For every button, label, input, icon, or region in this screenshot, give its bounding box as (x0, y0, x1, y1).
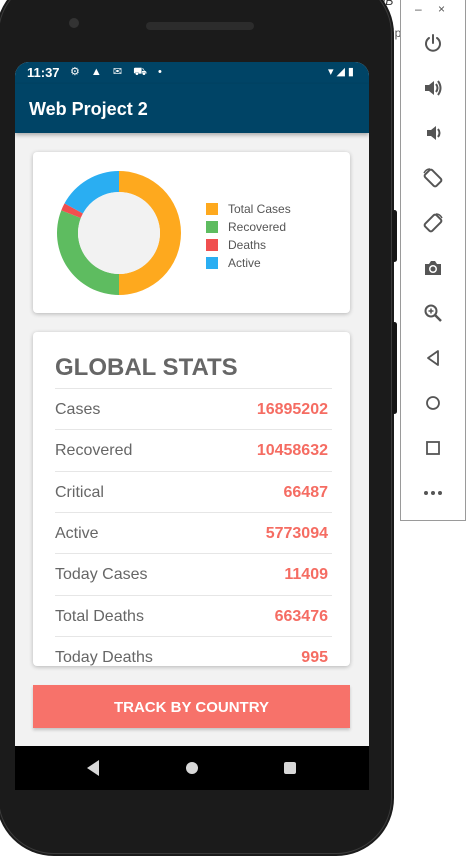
chart-legend: Total Cases Recovered Deaths Active (206, 200, 291, 272)
legend-item: Active (206, 254, 291, 272)
more-icon[interactable] (417, 477, 449, 509)
front-camera (69, 18, 79, 28)
stat-row: Critical 66487 (55, 470, 332, 513)
stat-label: Active (55, 524, 99, 542)
app-bar: Web Project 2 (15, 84, 369, 133)
legend-label: Total Cases (228, 202, 291, 216)
status-signal-battery-icons: ▾◢▮ (327, 66, 357, 78)
rotate-right-icon[interactable] (417, 207, 449, 239)
back-icon[interactable] (417, 342, 449, 374)
chart-card: Total Cases Recovered Deaths Active (33, 152, 350, 313)
nav-recents-icon[interactable] (284, 762, 296, 774)
device-screen: 11:37 ⚙ ▲ ✉ ⛟ • ▾◢▮ Web Project 2 Total … (15, 62, 369, 746)
legend-label: Recovered (228, 220, 287, 234)
stat-value: 5773094 (265, 524, 328, 542)
legend-label: Deaths (228, 238, 267, 252)
nav-home-icon[interactable] (186, 762, 198, 774)
legend-swatch (206, 221, 218, 233)
phone-power-button[interactable] (392, 210, 397, 262)
stat-value: 663476 (274, 607, 328, 625)
stat-label: Today Deaths (55, 648, 153, 666)
donut-hole (78, 192, 160, 274)
earpiece-speaker (146, 22, 254, 30)
stat-value: 11409 (284, 566, 328, 584)
stat-value: 16895202 (256, 401, 328, 418)
stat-label: Total Deaths (55, 607, 144, 625)
overview-icon[interactable] (417, 432, 449, 464)
status-time: 11:37 (27, 65, 60, 80)
status-bar: 11:37 ⚙ ▲ ✉ ⛟ • ▾◢▮ (15, 62, 369, 84)
stat-value: 66487 (283, 483, 329, 501)
nav-back-icon[interactable] (87, 760, 99, 776)
camera-icon[interactable] (417, 252, 449, 284)
legend-swatch (206, 239, 218, 251)
zoom-icon[interactable] (417, 297, 449, 329)
emulator-toolbar: – × (400, 0, 466, 521)
legend-item: Total Cases (206, 200, 291, 218)
volume-down-icon[interactable] (417, 117, 449, 149)
legend-swatch (206, 203, 218, 215)
home-icon[interactable] (417, 387, 449, 419)
stat-row: Active 5773094 (55, 511, 332, 554)
stat-label: Recovered (55, 442, 133, 460)
stat-row: Today Cases 11409 (55, 553, 332, 595)
volume-up-icon[interactable] (417, 72, 449, 104)
stat-label: Critical (55, 483, 104, 501)
power-icon[interactable] (417, 27, 449, 59)
legend-label: Active (228, 256, 261, 270)
stats-title: GLOBAL STATS (55, 354, 238, 381)
stat-value: 995 (301, 648, 328, 666)
stat-row: Recovered 10458632 (55, 429, 332, 471)
close-button[interactable]: × (438, 2, 445, 16)
minimize-button[interactable]: – (415, 2, 422, 16)
legend-item: Deaths (206, 236, 291, 254)
legend-swatch (206, 257, 218, 269)
stat-row: Today Deaths 995 (55, 635, 332, 666)
stat-label: Cases (55, 401, 101, 418)
donut-chart (57, 171, 181, 295)
stat-label: Today Cases (55, 566, 148, 584)
android-nav-bar (15, 746, 369, 790)
global-stats-card: GLOBAL STATS Cases 16895202 Recovered 10458… (33, 332, 350, 666)
status-notification-icons: ⚙ ▲ ✉ ⛟ • (70, 66, 166, 78)
track-by-country-button[interactable]: TRACK BY COUNTRY (33, 685, 350, 728)
app-title: Web Project 2 (29, 99, 148, 119)
stat-row: Total Deaths 663476 (55, 594, 332, 637)
rotate-left-icon[interactable] (417, 162, 449, 194)
phone-volume-button[interactable] (392, 322, 397, 414)
legend-item: Recovered (206, 218, 291, 236)
stat-row: Cases 16895202 (55, 388, 332, 430)
stat-value: 10458632 (256, 442, 328, 460)
